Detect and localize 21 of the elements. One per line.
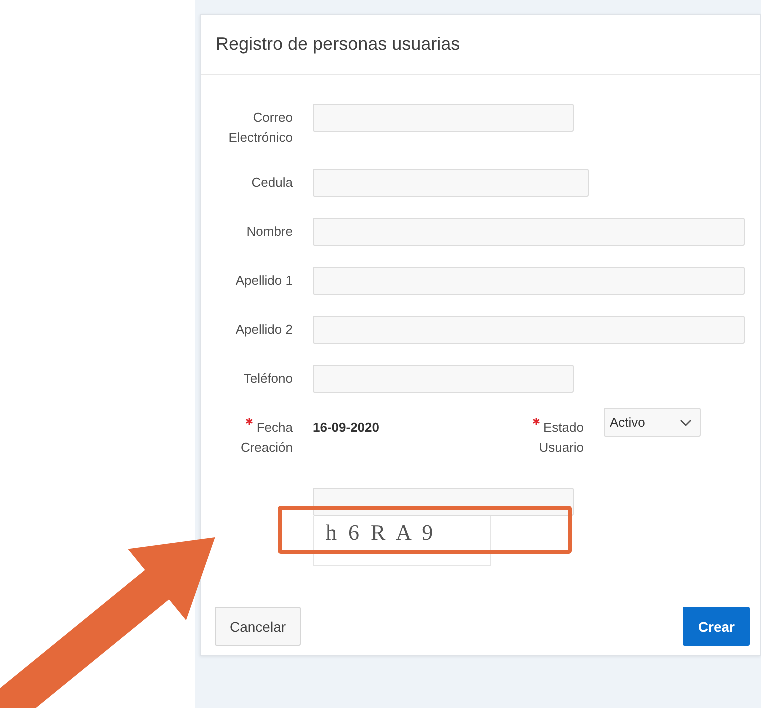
dialog-title: Registro de personas usuarias — [216, 34, 460, 55]
field-label: Cedula — [250, 174, 293, 192]
date-value: 16-09-2020 — [313, 419, 380, 435]
input-field[interactable] — [313, 169, 589, 197]
field-label: Nombre — [246, 223, 293, 241]
chevron-down-icon — [680, 418, 692, 426]
input-field[interactable] — [313, 267, 745, 295]
field-label: Apellido 2 — [234, 321, 293, 339]
field-label: Correo Electrónico — [228, 109, 293, 147]
input-field[interactable] — [313, 104, 574, 132]
input-field[interactable] — [313, 218, 745, 246]
cancel-button[interactable]: Cancelar — [215, 607, 302, 646]
field-label: Fecha Creación — [240, 420, 293, 455]
field-label: Estado Usuario — [539, 420, 584, 455]
input-field[interactable] — [313, 316, 745, 344]
create-button[interactable]: Crear — [683, 607, 750, 646]
status-dropdown[interactable]: Activo — [604, 408, 701, 437]
field-label: Apellido 1 — [234, 272, 293, 290]
captcha-image: h 6 R A 9 — [313, 516, 491, 566]
input-field[interactable] — [313, 365, 574, 393]
field-label: Teléfono — [242, 370, 293, 388]
